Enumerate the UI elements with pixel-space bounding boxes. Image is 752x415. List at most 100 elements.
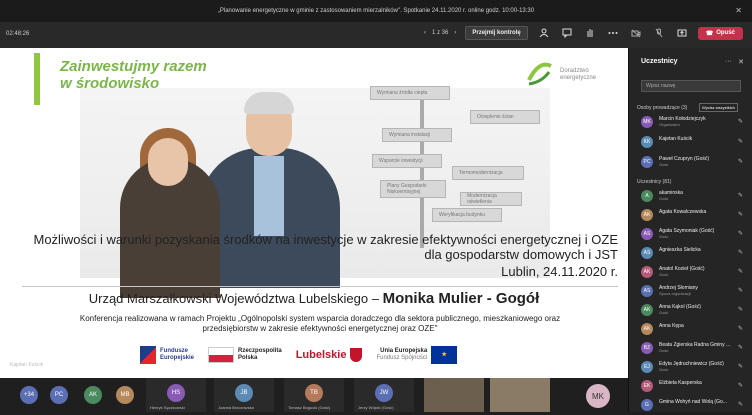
video-tile[interactable] bbox=[424, 378, 484, 412]
attendees-section-header[interactable]: Uczestnicy (81) bbox=[637, 179, 671, 185]
slide-title: Zainwestujmy razem w środowisko bbox=[60, 58, 207, 92]
share-screen-icon[interactable] bbox=[675, 26, 689, 40]
participant-name: Beata Zgierska Radna Gminy ... bbox=[659, 342, 731, 348]
avatar: JW bbox=[375, 384, 393, 402]
leave-button[interactable]: ☎ Opuść bbox=[697, 26, 743, 40]
avatar[interactable]: MK bbox=[586, 384, 610, 408]
participant-tile[interactable]: JB Joanna Brzozowska bbox=[214, 378, 274, 412]
sign: Wymiana źródła ciepła bbox=[370, 86, 450, 100]
avatar: MK bbox=[641, 116, 653, 128]
avatar: PC bbox=[641, 156, 653, 168]
participant-row[interactable]: AS Agnieszka Sielicka ✎ bbox=[637, 245, 752, 263]
sign: Ocieplenie ścian bbox=[470, 110, 540, 124]
participant-row[interactable]: AK Anna Kępa ✎ bbox=[637, 321, 752, 339]
take-control-button[interactable]: Przejmij kontrolę bbox=[465, 26, 528, 40]
slide-subtitle: Możliwości i warunki pozyskania środków … bbox=[33, 232, 618, 262]
sign: Modernizacja oświetlenia bbox=[460, 192, 522, 206]
slide-accent-bar bbox=[34, 53, 40, 105]
avatar: KK bbox=[641, 136, 653, 148]
chat-icon[interactable] bbox=[560, 26, 574, 40]
participant-role: Organizator bbox=[659, 122, 680, 127]
avatar[interactable]: MB bbox=[116, 386, 134, 404]
participant-row[interactable]: G Gmina Wohyń nad Wolą (Go... ✎ bbox=[637, 397, 752, 415]
mute-all-button[interactable]: Wycisz wszystkich bbox=[699, 103, 738, 112]
participant-row[interactable]: AS Andrzej Słomiany Spoza organizacji ✎ bbox=[637, 283, 752, 301]
participant-strip: +34 PC AK MB HS Henryk Sęczkowski JB Joa… bbox=[0, 378, 628, 412]
participants-icon[interactable] bbox=[537, 26, 551, 40]
participant-row[interactable]: AS Agata Szymoniak (Gość) Gość ✎ bbox=[637, 226, 752, 244]
participant-row[interactable]: EJ Edyta Jędruchniewicz (Gość) Gość ✎ bbox=[637, 359, 752, 377]
tile-name: Jerzy Wójcik (Gość) bbox=[358, 405, 394, 410]
participant-row[interactable]: PC Paweł Czupryn (Gość) Gość ✎ bbox=[637, 154, 752, 172]
camera-off-icon[interactable] bbox=[629, 26, 643, 40]
sign: Wsparcie inwestycji bbox=[372, 154, 442, 168]
close-panel-icon[interactable]: ✕ bbox=[738, 58, 744, 66]
participant-tile[interactable]: JW Jerzy Wójcik (Gość) bbox=[354, 378, 414, 412]
sign: Weryfikacja budynku bbox=[432, 208, 502, 222]
more-participants-count[interactable]: +34 bbox=[20, 386, 38, 404]
logo-rp-line2: Polska bbox=[238, 355, 258, 361]
presenter-name: Monika Mulier - Gogół bbox=[382, 290, 540, 307]
next-slide-icon[interactable]: › bbox=[454, 30, 456, 36]
funding-logos: Fundusze Europejskie Rzeczpospolita Pols… bbox=[140, 342, 520, 368]
eu-flag-icon: ★ bbox=[431, 346, 458, 364]
participant-row[interactable]: KK Kajetan Kuścik ✎ bbox=[637, 134, 752, 152]
lubelskie-logo: Lubelskie bbox=[296, 348, 363, 362]
prev-slide-icon[interactable]: ‹ bbox=[424, 30, 426, 36]
participant-search-input[interactable]: Wpisz nazwę bbox=[641, 80, 741, 92]
participant-row[interactable]: BZ Beata Zgierska Radna Gminy ... Gość ✎ bbox=[637, 340, 752, 358]
mic-muted-icon: ✎ bbox=[737, 269, 743, 275]
sign: Plany Gospodarki Niskoemisyjnej bbox=[380, 180, 446, 198]
raise-hand-icon[interactable] bbox=[583, 26, 597, 40]
mic-muted-icon: ✎ bbox=[737, 383, 743, 389]
avatar: AS bbox=[641, 285, 653, 297]
participant-role: Gość bbox=[659, 162, 669, 167]
eu-logo: Unia Europejska Fundusz Spójności ★ bbox=[376, 346, 458, 364]
tile-name: Tomasz Bogucki (Gość) bbox=[288, 405, 331, 410]
avatar[interactable]: PC bbox=[50, 386, 68, 404]
phone-hangup-icon: ☎ bbox=[705, 30, 714, 37]
avatar: G bbox=[641, 399, 653, 411]
participant-row[interactable]: Aakaminska Gość ✎ bbox=[637, 188, 752, 206]
more-actions-icon[interactable] bbox=[606, 26, 620, 40]
presenters-section-header[interactable]: Osoby prowadzące (3) bbox=[637, 105, 687, 111]
participant-name: Edyta Jędruchniewicz (Gość) bbox=[659, 361, 724, 367]
participant-role: Spoza organizacji bbox=[659, 291, 691, 296]
avatar[interactable]: AK bbox=[84, 386, 102, 404]
participant-tile[interactable]: HS Henryk Sęczkowski bbox=[146, 378, 206, 412]
window-title: „Planowanie energetyczne w gminie z zast… bbox=[217, 8, 535, 14]
video-tile[interactable] bbox=[490, 378, 550, 412]
participant-row[interactable]: AK Agata Kowalczewska ✎ bbox=[637, 207, 752, 225]
slide-title-line1: Zainwestujmy razem bbox=[60, 58, 207, 75]
participant-row[interactable]: EK Elżbieta Kasperska ✎ bbox=[637, 378, 752, 396]
mic-off-icon[interactable] bbox=[652, 26, 666, 40]
participant-name: Kajetan Kuścik bbox=[659, 136, 693, 142]
avatar: AS bbox=[641, 228, 653, 240]
man-shirt bbox=[254, 156, 284, 236]
more-icon[interactable]: ··· bbox=[725, 58, 732, 65]
tile-name: Henryk Sęczkowski bbox=[150, 405, 185, 410]
participant-row[interactable]: MK Marcin Kołodziejczyk Organizator ✎ bbox=[637, 114, 752, 132]
sign: Termomodernizacja bbox=[452, 166, 524, 180]
mic-muted-icon: ✎ bbox=[737, 288, 743, 294]
participant-row[interactable]: AK Anna Kąkol (Gość) Gość ✎ bbox=[637, 302, 752, 320]
mic-muted-icon: ✎ bbox=[737, 364, 743, 370]
participant-tile[interactable]: TB Tomasz Bogucki (Gość) bbox=[284, 378, 344, 412]
lubelskie-text: Lubelskie bbox=[295, 348, 347, 361]
mic-muted-icon: ✎ bbox=[737, 402, 743, 408]
slide-date: Lublin, 24.11.2020 r. bbox=[501, 264, 618, 279]
logo-eu-line1: Unia Europejska bbox=[380, 348, 428, 354]
fundusze-europejskie-icon bbox=[140, 346, 156, 364]
participant-name: Anna Kępa bbox=[659, 323, 684, 329]
participant-row[interactable]: AK Anatol Kozieł (Gość) Gość ✎ bbox=[637, 264, 752, 282]
participant-role: Gość bbox=[659, 367, 669, 372]
logo-fe-line1: Fundusze bbox=[160, 348, 188, 354]
logo-caption-line2: energetyczne bbox=[560, 75, 597, 81]
avatar: AK bbox=[641, 304, 653, 316]
signpost-pole bbox=[420, 88, 424, 248]
participants-panel: Uczestnicy ··· ✕ Wpisz nazwę Osoby prowa… bbox=[628, 48, 752, 412]
close-icon[interactable]: ✕ bbox=[735, 6, 742, 15]
logo-caption: Doradztwo energetyczne bbox=[560, 68, 596, 82]
avatar: BZ bbox=[641, 342, 653, 354]
window-titlebar: „Planowanie energetyczne w gminie z zast… bbox=[0, 0, 752, 22]
